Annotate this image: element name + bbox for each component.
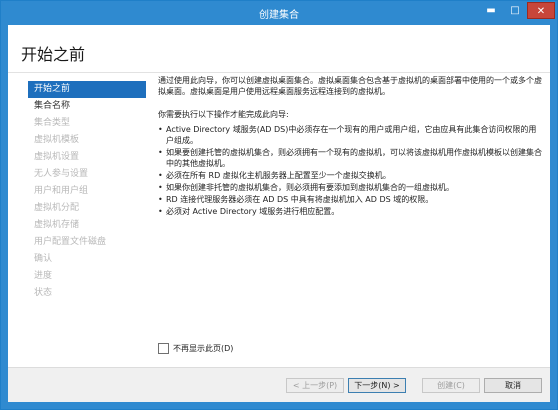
- sidebar-step-item: 确认: [34, 254, 53, 264]
- create-button[interactable]: 创建(C): [422, 378, 480, 393]
- maximize-button[interactable]: □: [503, 2, 527, 19]
- sidebar-step-item: 虚拟机分配: [34, 203, 80, 213]
- requirement-item: 如果你创建非托管的虚拟机集合，则必须拥有要添加到虚拟机集合的一组虚拟机。: [158, 182, 542, 193]
- wizard-steps-sidebar: 开始之前 集合名称集合类型虚拟机模板虚拟机设置无人参与设置 用户和用户组 虚拟机分配虚…: [8, 73, 148, 367]
- sidebar-step-item: 无人参与设置: [34, 169, 89, 179]
- cancel-button[interactable]: 取消: [484, 378, 542, 393]
- intro-text: 通过使用此向导，你可以创建虚拟桌面集合。虚拟桌面集合包含基于虚拟机的桌面部署中使…: [158, 76, 542, 96]
- sidebar-step-item: 用户和用户组: [34, 186, 89, 196]
- sidebar-step-item[interactable]: 开始之前: [28, 81, 146, 98]
- requirement-item: 必须在所有 RD 虚拟化主机服务器上配置至少一个虚拟交换机。: [158, 170, 542, 181]
- dont-show-again-option[interactable]: 不再显示此页(D): [158, 343, 233, 354]
- sidebar-step-item: 状态: [34, 288, 53, 298]
- page-title: 开始之前: [21, 45, 86, 64]
- sidebar-step-item: 虚拟机模板: [34, 135, 80, 145]
- maximize-icon: □: [510, 5, 520, 16]
- wizard-steps-list: 开始之前 集合名称集合类型虚拟机模板虚拟机设置无人参与设置 用户和用户组 虚拟机分配虚…: [28, 81, 146, 302]
- close-button[interactable]: ✕: [527, 2, 555, 19]
- previous-button[interactable]: < 上一步(P): [286, 378, 344, 393]
- requirements-list: Active Directory 域服务(AD DS)中必须存在一个现有的用户或…: [158, 124, 542, 217]
- minimize-button[interactable]: ▬: [479, 2, 503, 19]
- title-bar[interactable]: 创建集合 ▬ □ ✕: [1, 1, 557, 25]
- sidebar-step-item: 虚拟机存储: [34, 220, 80, 230]
- wizard-client-area: 开始之前 开始之前 集合名称 集合类型 虚拟机模板 虚拟机设置 无人参与设置 用户和用户组虚…: [8, 25, 550, 402]
- window-title: 创建集合: [259, 10, 299, 21]
- wizard-footer: < 上一步(P) 下一步(N) > 创建(C) 取消: [8, 368, 550, 402]
- sidebar-step-item: 虚拟机设置: [34, 152, 80, 162]
- minimize-icon: ▬: [486, 5, 496, 16]
- next-button[interactable]: 下一步(N) >: [348, 378, 406, 393]
- sidebar-step-item[interactable]: 集合名称: [28, 98, 146, 115]
- requirements-heading: 你需要执行以下操作才能完成此向导:: [158, 110, 289, 119]
- sidebar-step-item: 进度: [34, 271, 53, 281]
- wizard-content: 通过使用此向导，你可以创建虚拟桌面集合。虚拟桌面集合包含基于虚拟机的桌面部署中使…: [158, 75, 542, 218]
- requirement-item: Active Directory 域服务(AD DS)中必须存在一个现有的用户或…: [158, 124, 542, 146]
- dont-show-again-label[interactable]: 不再显示此页(D): [173, 343, 233, 354]
- sidebar-step-item: 用户配置文件磁盘: [34, 237, 107, 247]
- requirement-item: 必须对 Active Directory 域服务进行相应配置。: [158, 206, 542, 217]
- wizard-window: 创建集合 ▬ □ ✕ 开始之前 开始之前 集合名称 集合类型 虚拟机模板 虚拟机设置 无人…: [0, 0, 558, 410]
- close-icon: ✕: [536, 6, 546, 17]
- sidebar-step-item: 集合类型: [34, 118, 71, 128]
- requirement-item: RD 连接代理服务器必须在 AD DS 中具有将虚拟机加入 AD DS 域的权限…: [158, 194, 542, 205]
- dont-show-again-checkbox[interactable]: [158, 343, 169, 354]
- requirement-item: 如果要创建托管的虚拟机集合，则必须拥有一个现有的虚拟机，可以将该虚拟机用作虚拟机…: [158, 147, 542, 169]
